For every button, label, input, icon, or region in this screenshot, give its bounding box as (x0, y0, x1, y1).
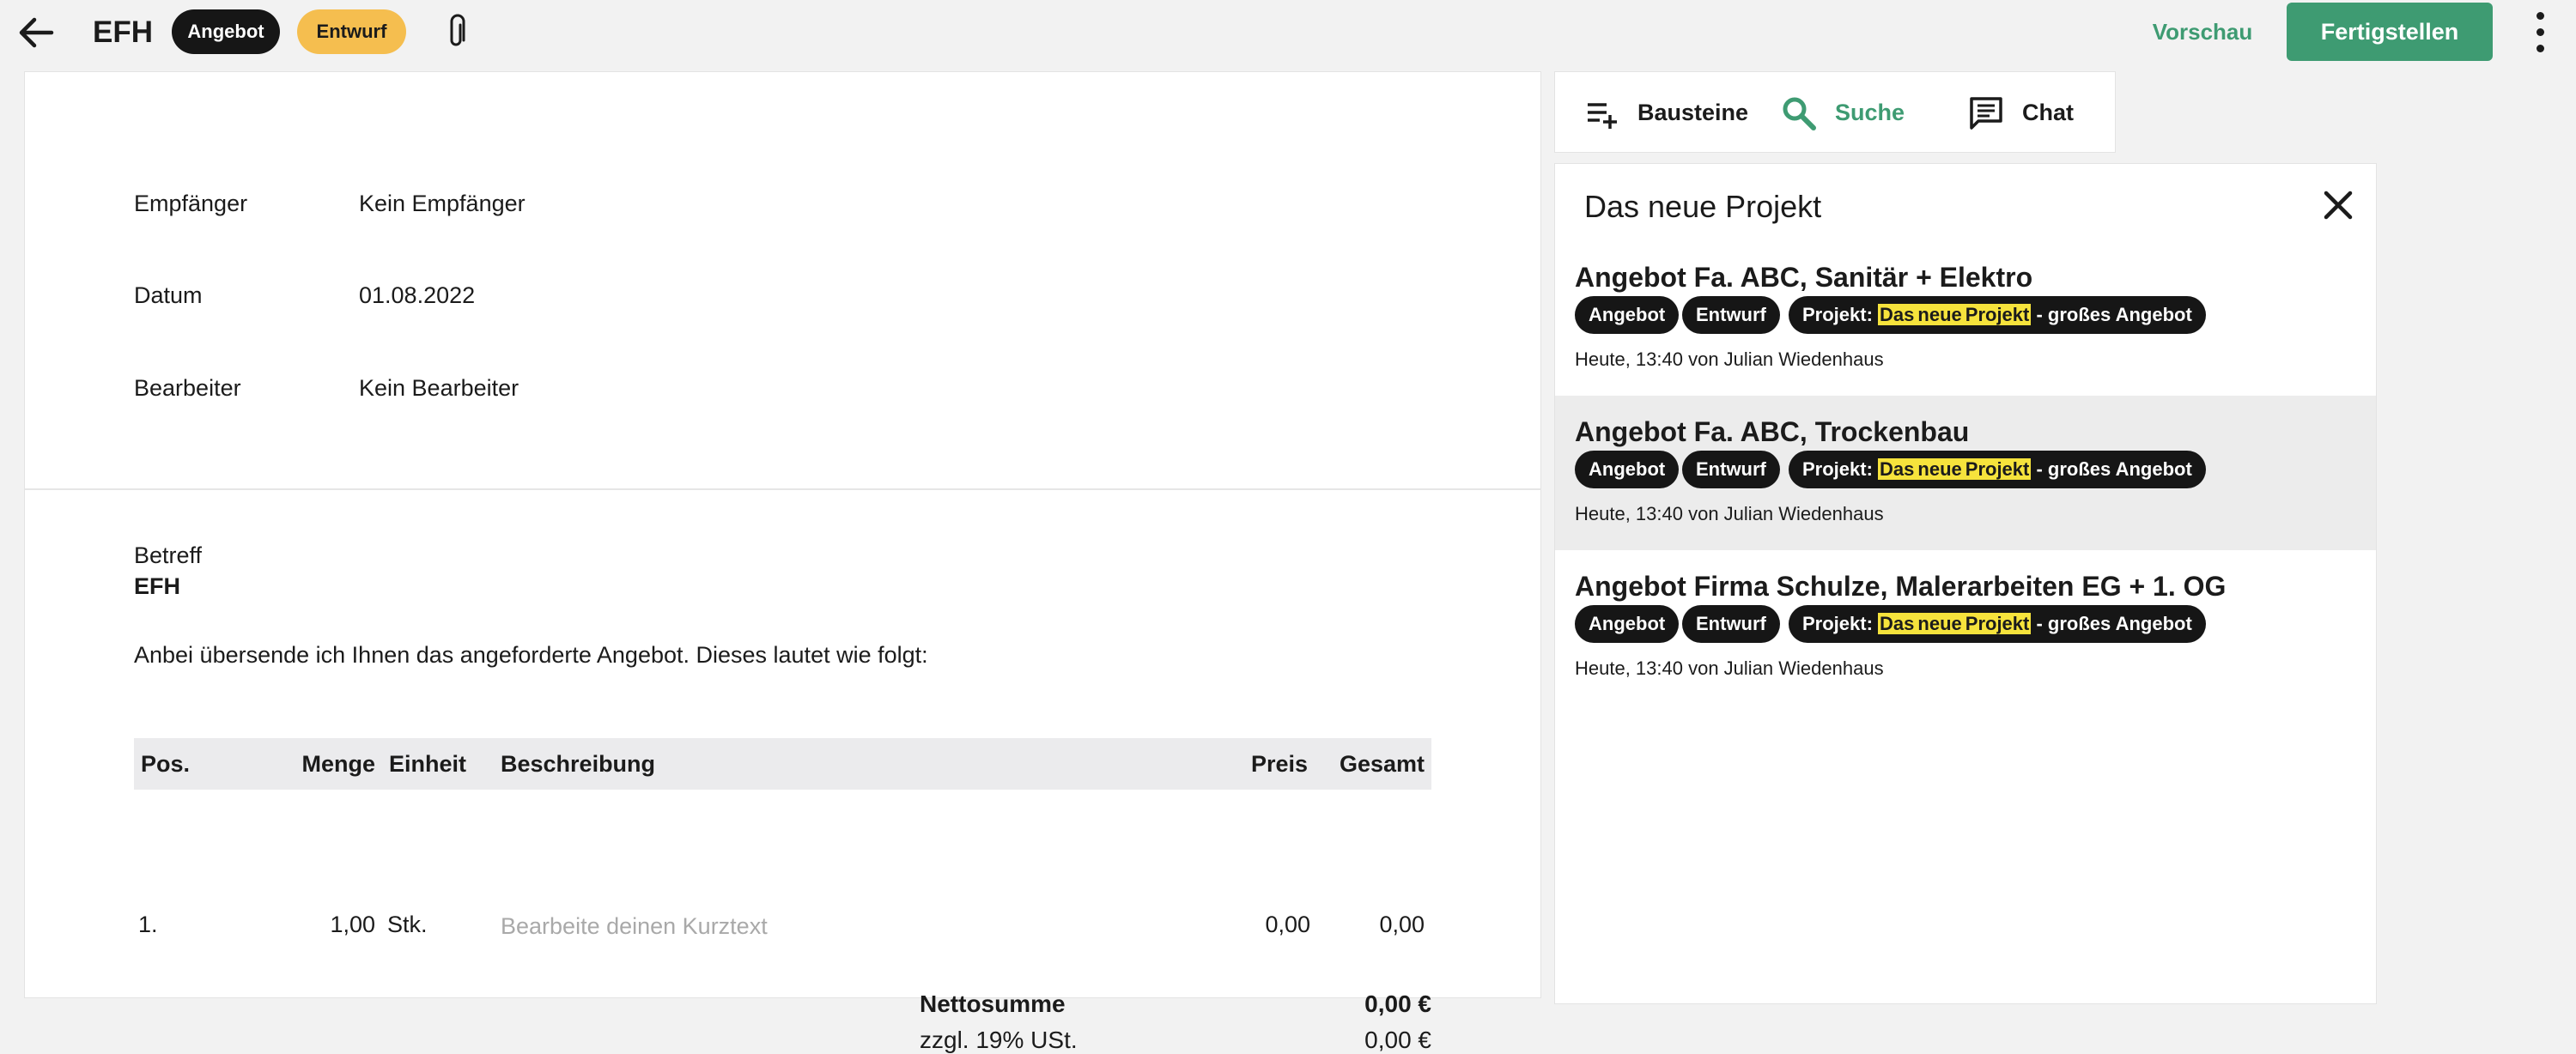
attachment-button[interactable] (439, 14, 473, 51)
net-sum-label: Nettosumme (920, 990, 1066, 1017)
subject-value[interactable]: EFH (134, 573, 180, 600)
preview-button[interactable]: Vorschau (2129, 10, 2275, 53)
cell-unit[interactable]: Stk. (387, 899, 428, 950)
search-match-highlight: neue (1916, 304, 1964, 325)
search-result-item[interactable]: Angebot Fa. ABC, Sanitär + Elektro Angeb… (1555, 241, 2376, 396)
paperclip-icon (450, 14, 465, 46)
result-type-tag: Angebot (1575, 451, 1680, 488)
search-match-highlight: Das (1878, 613, 1917, 634)
result-status-tag: Entwurf (1682, 451, 1780, 488)
more-options-button[interactable] (2520, 10, 2560, 55)
project-prefix: Projekt: (1802, 304, 1873, 325)
chat-icon (1970, 97, 2002, 130)
search-match-highlight: neue (1916, 613, 1964, 634)
editor-label: Bearbeiter (134, 375, 241, 401)
cell-total: 0,00 (1379, 912, 1425, 937)
result-status-tag: Entwurf (1682, 296, 1780, 334)
cell-quantity[interactable]: 1,00 (271, 899, 375, 950)
cell-pos: 1. (138, 912, 158, 937)
search-match-highlight: Das (1878, 458, 1917, 480)
page-title: EFH (93, 15, 153, 49)
date-value[interactable]: 01.08.2022 (359, 280, 475, 311)
editor-value[interactable]: Kein Bearbeiter (359, 373, 519, 403)
playlist-add-icon (1588, 103, 1617, 129)
column-header-description: Beschreibung (501, 751, 656, 777)
type-badge: Angebot (172, 9, 280, 54)
search-results-panel: Das neue Projekt Angebot Fa. ABC, Sanitä… (1554, 163, 2377, 1004)
status-badge: Entwurf (297, 9, 406, 54)
top-bar: EFH Angebot Entwurf Vorschau Fertigstell… (0, 0, 2576, 65)
result-status-tag: Entwurf (1682, 605, 1780, 643)
result-type-tag: Angebot (1575, 605, 1680, 643)
tab-suche[interactable]: Suche (1780, 72, 1926, 154)
tab-chat[interactable]: Chat (1967, 72, 2105, 154)
search-match-highlight: Projekt (1963, 613, 2032, 634)
search-icon (1783, 97, 1816, 130)
result-project-tag: Projekt: Das neue Projekt - großes Angebot (1789, 296, 2206, 334)
project-suffix: - großes Angebot (2036, 458, 2192, 480)
recipient-value[interactable]: Kein Empfänger (359, 188, 526, 219)
search-result-item[interactable]: Angebot Firma Schulze, Malerarbeiten EG … (1555, 550, 2376, 705)
tab-bausteine-label: Bausteine (1637, 100, 1749, 125)
search-match-highlight: neue (1916, 458, 1964, 480)
tab-chat-label: Chat (2022, 100, 2074, 125)
intro-text[interactable]: Anbei übersende ich Ihnen das angeforder… (134, 642, 928, 669)
vat-label: zzgl. 19% USt. (920, 1027, 1078, 1053)
recipient-label: Empfänger (134, 191, 248, 216)
finish-button[interactable]: Fertigstellen (2287, 3, 2493, 61)
table-row[interactable]: 1. 1,00 Stk. Bearbeite deinen Kurztext 0… (134, 899, 1431, 950)
arrow-left-icon (19, 17, 54, 48)
result-meta: Heute, 13:40 von Julian Wiedenhaus (1575, 503, 1884, 524)
result-project-tag: Projekt: Das neue Projekt - großes Angebot (1789, 605, 2206, 643)
tool-tabs: Bausteine Suche Chat (1554, 71, 2116, 153)
close-search-button[interactable] (2318, 185, 2359, 226)
subject-label: Betreff (134, 542, 203, 568)
column-header-pos: Pos. (141, 751, 191, 777)
project-suffix: - großes Angebot (2036, 304, 2192, 325)
net-sum-row: Nettosumme 0,00 € (134, 990, 1431, 1028)
date-label: Datum (134, 282, 203, 308)
result-title: Angebot Fa. ABC, Trockenbau (1575, 416, 1970, 447)
section-divider (25, 488, 1540, 490)
search-match-highlight: Projekt (1963, 304, 2032, 325)
column-header-quantity: Menge (301, 751, 375, 777)
project-prefix: Projekt: (1802, 613, 1873, 634)
result-project-tag: Projekt: Das neue Projekt - großes Angebot (1789, 451, 2206, 488)
net-sum-value: 0,00 € (1364, 990, 1431, 1017)
search-match-highlight: Projekt (1963, 458, 2032, 480)
column-header-total: Gesamt (1339, 751, 1425, 777)
result-title: Angebot Fa. ABC, Sanitär + Elektro (1575, 262, 2033, 293)
search-result-item[interactable]: Angebot Fa. ABC, Trockenbau Angebot Entw… (1555, 396, 2376, 550)
cell-description-input[interactable]: Bearbeite deinen Kurztext (501, 900, 768, 952)
document-editor: Empfänger Kein Empfänger Datum 01.08.202… (24, 71, 1541, 1053)
tab-suche-label: Suche (1835, 100, 1905, 125)
project-prefix: Projekt: (1802, 458, 1873, 480)
result-meta: Heute, 13:40 von Julian Wiedenhaus (1575, 348, 1884, 370)
tab-bausteine[interactable]: Bausteine (1576, 72, 1756, 154)
close-icon (2324, 191, 2353, 220)
column-header-unit: Einheit (389, 751, 467, 777)
column-header-price: Preis (1250, 751, 1308, 777)
vat-value: 0,00 € (1364, 1027, 1431, 1053)
result-type-tag: Angebot (1575, 296, 1680, 334)
back-button[interactable] (15, 12, 57, 53)
result-title: Angebot Firma Schulze, Malerarbeiten EG … (1575, 571, 2227, 602)
result-meta: Heute, 13:40 von Julian Wiedenhaus (1575, 657, 1884, 679)
search-query-title: Das neue Projekt (1584, 189, 1822, 224)
positions-table-header: Pos. Menge Einheit Beschreibung Preis Ge… (134, 738, 1431, 790)
project-suffix: - großes Angebot (2036, 613, 2192, 634)
search-match-highlight: Das (1878, 304, 1917, 325)
cell-price[interactable]: 0,00 (1164, 899, 1310, 950)
